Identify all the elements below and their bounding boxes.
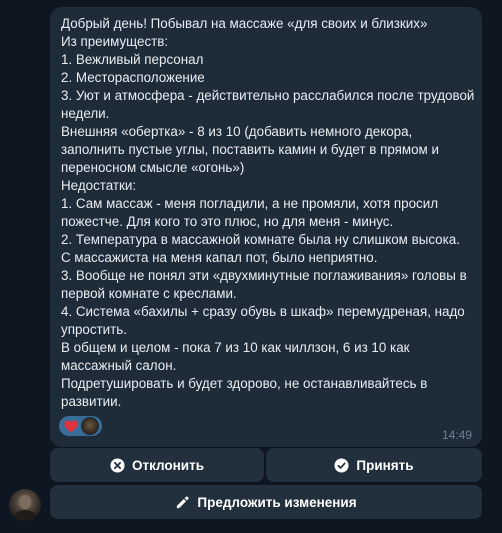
message-line: Внешняя «обертка» - 8 из 10 (добавить не…: [61, 124, 413, 139]
message-line: массажный салон.: [61, 358, 177, 373]
suggest-label: Предложить изменения: [197, 494, 357, 510]
accept-button[interactable]: Принять: [266, 448, 482, 482]
message-line: пожестче. Для кого то это плюс, но для м…: [61, 214, 394, 229]
message-line: С массажиста на меня капал пот, было неп…: [61, 250, 378, 265]
suggest-changes-button[interactable]: Предложить изменения: [50, 485, 482, 519]
heart-icon: [62, 417, 79, 435]
message-line: первой комнате с креслами.: [61, 286, 237, 301]
message-line: 1. Сам массаж - меня погладили, а не про…: [61, 196, 439, 211]
message-bubble: Добрый день! Побывал на массаже «для сво…: [50, 7, 482, 447]
message-text: Добрый день! Побывал на массаже «для сво…: [61, 15, 475, 411]
decline-label: Отклонить: [131, 457, 205, 473]
message-line: 2. Месторасположение: [61, 70, 205, 85]
message-line: упростить.: [61, 322, 127, 337]
reaction-pill[interactable]: [59, 416, 102, 436]
reactor-avatar: [81, 417, 99, 435]
message-line: развитии.: [61, 394, 122, 409]
message-line: переносном смысле «огонь»): [61, 160, 245, 175]
message-line: Добрый день! Побывал на массаже «для сво…: [61, 16, 428, 31]
message-line: 3. Уют и атмосфера - действительно рассл…: [61, 88, 475, 103]
message-line: В общем и целом - пока 7 из 10 как чиллз…: [61, 340, 410, 355]
message-line: заполнить пустые углы, поставить камин и…: [61, 142, 439, 157]
close-circle-icon: [110, 457, 125, 473]
message-line: 2. Температура в массажной комнате была …: [61, 232, 460, 247]
message-line: Из преимуществ:: [61, 34, 169, 49]
message-line: 4. Система «бахилы + сразу обувь в шкаф»…: [61, 304, 465, 319]
decline-button[interactable]: Отклонить: [50, 448, 264, 482]
check-circle-icon: [334, 457, 349, 473]
accept-label: Принять: [356, 457, 414, 473]
message-line: недели.: [61, 106, 110, 121]
message-time: 14:49: [441, 428, 472, 442]
message-line: 3. Вообще не понял эти «двухминутные пог…: [61, 268, 467, 283]
pencil-icon: [175, 495, 190, 510]
message-line: 1. Вежливый персонал: [61, 52, 204, 67]
sender-avatar[interactable]: [9, 489, 41, 521]
message-line: Недостатки:: [61, 178, 137, 193]
message-line: Подретушировать и будет здорово, не оста…: [61, 376, 428, 391]
